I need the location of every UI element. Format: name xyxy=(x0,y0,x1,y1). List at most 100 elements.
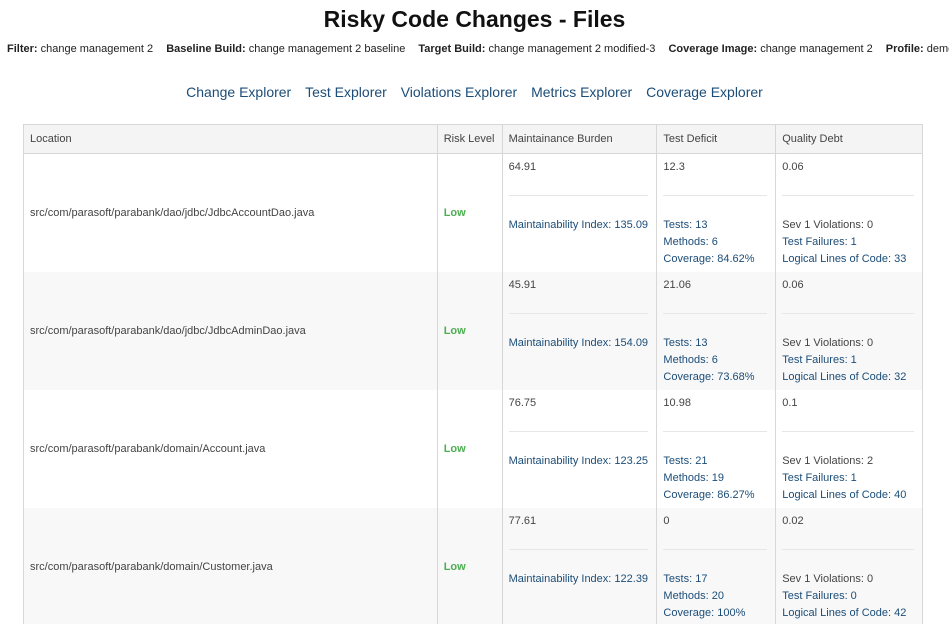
divider xyxy=(508,313,649,314)
test-deficit-cell: 10.98 Tests: 21 Methods: 19 Coverage: 86… xyxy=(656,390,777,508)
coverage-link[interactable]: Coverage: 73.68% xyxy=(663,369,754,386)
divider xyxy=(663,313,768,314)
divider xyxy=(782,431,914,432)
risk-level-cell: Low xyxy=(436,153,503,272)
header-test-deficit[interactable]: Test Deficit xyxy=(656,124,777,154)
coverage-link[interactable]: Coverage: 84.62% xyxy=(663,251,754,268)
table-header-row: Location Risk Level Maintainance Burden … xyxy=(23,124,923,154)
maintainance-burden-cell: 64.91 Maintainability Index: 135.09 xyxy=(501,153,658,272)
maintainance-burden-cell: 45.91 Maintainability Index: 154.09 xyxy=(501,272,658,390)
risk-level-cell: Low xyxy=(436,508,503,624)
quality-debt-cell: 0.02 Sev 1 Violations: 0 Test Failures: … xyxy=(775,508,923,624)
burden-value: 45.91 xyxy=(508,279,537,291)
header-maintainance-burden[interactable]: Maintainance Burden xyxy=(501,124,658,154)
target-build-item: Target Build: change management 2 modifi… xyxy=(418,43,655,55)
quality-debt-cell: 0.06 Sev 1 Violations: 0 Test Failures: … xyxy=(775,153,923,272)
table-row: src/com/parasoft/parabank/domain/Custome… xyxy=(23,508,923,624)
sev1-violations-text: Sev 1 Violations: 2 xyxy=(782,455,874,467)
header-quality-debt[interactable]: Quality Debt xyxy=(775,124,923,154)
test-failures-link[interactable]: Test Failures: 0 xyxy=(782,588,906,605)
logical-lines-link[interactable]: Logical Lines of Code: 32 xyxy=(782,369,906,386)
test-deficit-cell: 0 Tests: 17 Methods: 20 Coverage: 100% xyxy=(656,508,777,624)
coverage-link[interactable]: Coverage: 100% xyxy=(663,605,745,622)
methods-link[interactable]: Methods: 6 xyxy=(663,234,754,251)
debt-value: 0.1 xyxy=(782,397,798,409)
methods-link[interactable]: Methods: 19 xyxy=(663,470,754,487)
debt-value: 0.02 xyxy=(782,515,804,527)
profile-item: Profile: demo xyxy=(886,43,949,55)
logical-lines-link[interactable]: Logical Lines of Code: 42 xyxy=(782,605,906,622)
quality-debt-cell: 0.06 Sev 1 Violations: 0 Test Failures: … xyxy=(775,272,923,390)
test-failures-link[interactable]: Test Failures: 1 xyxy=(782,352,906,369)
target-build-value: change management 2 modified-3 xyxy=(488,43,656,55)
divider xyxy=(663,195,768,196)
location-cell[interactable]: src/com/parasoft/parabank/domain/Account… xyxy=(23,390,438,508)
profile-label: Profile: xyxy=(885,43,924,55)
violations-explorer-link[interactable]: Violations Explorer xyxy=(401,84,517,100)
divider xyxy=(782,313,914,314)
divider xyxy=(508,195,649,196)
risk-level-cell: Low xyxy=(436,390,503,508)
sev1-violations-text: Sev 1 Violations: 0 xyxy=(782,337,874,349)
location-cell[interactable]: src/com/parasoft/parabank/dao/jdbc/JdbcA… xyxy=(23,272,438,390)
sev1-violations-text: Sev 1 Violations: 0 xyxy=(782,219,874,231)
table-row: src/com/parasoft/parabank/dao/jdbc/JdbcA… xyxy=(23,153,923,272)
deficit-value: 12.3 xyxy=(663,161,685,173)
location-cell[interactable]: src/com/parasoft/parabank/domain/Custome… xyxy=(23,508,438,624)
maintainability-index-link[interactable]: Maintainability Index: 135.09 xyxy=(509,219,648,231)
divider xyxy=(782,195,914,196)
coverage-explorer-link[interactable]: Coverage Explorer xyxy=(646,84,763,100)
location-cell[interactable]: src/com/parasoft/parabank/dao/jdbc/JdbcA… xyxy=(23,153,438,272)
divider xyxy=(663,431,768,432)
debt-value: 0.06 xyxy=(782,161,804,173)
test-deficit-cell: 12.3 Tests: 13 Methods: 6 Coverage: 84.6… xyxy=(656,153,777,272)
header-location[interactable]: Location xyxy=(23,124,438,154)
logical-lines-link[interactable]: Logical Lines of Code: 33 xyxy=(782,251,906,268)
tests-link[interactable]: Tests: 13 xyxy=(663,217,754,234)
coverage-link[interactable]: Coverage: 86.27% xyxy=(663,487,754,504)
baseline-build-item: Baseline Build: change management 2 base… xyxy=(166,43,405,55)
maintainability-index-link[interactable]: Maintainability Index: 122.39 xyxy=(509,573,648,585)
maintainability-index-link[interactable]: Maintainability Index: 154.09 xyxy=(509,337,648,349)
change-explorer-link[interactable]: Change Explorer xyxy=(186,84,291,100)
quality-debt-cell: 0.1 Sev 1 Violations: 2 Test Failures: 1… xyxy=(775,390,923,508)
divider xyxy=(782,549,914,550)
test-deficit-cell: 21.06 Tests: 13 Methods: 6 Coverage: 73.… xyxy=(656,272,777,390)
logical-lines-link[interactable]: Logical Lines of Code: 40 xyxy=(782,487,906,504)
filter-item: Filter: change management 2 xyxy=(7,43,153,55)
deficit-value: 0 xyxy=(663,515,670,527)
filter-label: Filter: xyxy=(7,43,38,55)
test-failures-link[interactable]: Test Failures: 1 xyxy=(782,470,906,487)
header-risk-level[interactable]: Risk Level xyxy=(436,124,503,154)
deficit-value: 21.06 xyxy=(663,279,691,291)
test-failures-link[interactable]: Test Failures: 1 xyxy=(782,234,906,251)
tests-link[interactable]: Tests: 17 xyxy=(663,571,745,588)
filter-value: change management 2 xyxy=(40,43,154,55)
tests-link[interactable]: Tests: 21 xyxy=(663,453,754,470)
metrics-explorer-link[interactable]: Metrics Explorer xyxy=(531,84,632,100)
maintainability-index-link[interactable]: Maintainability Index: 123.25 xyxy=(509,455,648,467)
debt-value: 0.06 xyxy=(782,279,804,291)
table-row: src/com/parasoft/parabank/dao/jdbc/JdbcA… xyxy=(23,272,923,390)
test-explorer-link[interactable]: Test Explorer xyxy=(305,84,387,100)
sev1-violations-text: Sev 1 Violations: 0 xyxy=(782,573,874,585)
risky-files-table: Location Risk Level Maintainance Burden … xyxy=(23,124,923,624)
divider xyxy=(508,549,649,550)
tests-link[interactable]: Tests: 13 xyxy=(663,335,754,352)
table-row: src/com/parasoft/parabank/domain/Account… xyxy=(23,390,923,508)
coverage-image-item: Coverage Image: change management 2 xyxy=(668,43,872,55)
baseline-build-value: change management 2 baseline xyxy=(248,43,406,55)
divider xyxy=(508,431,649,432)
divider xyxy=(663,549,768,550)
risk-level-cell: Low xyxy=(436,272,503,390)
deficit-value: 10.98 xyxy=(663,397,691,409)
coverage-image-value: change management 2 xyxy=(760,43,873,55)
methods-link[interactable]: Methods: 20 xyxy=(663,588,745,605)
maintainance-burden-cell: 76.75 Maintainability Index: 123.25 xyxy=(501,390,658,508)
burden-value: 76.75 xyxy=(508,397,537,409)
burden-value: 77.61 xyxy=(508,515,537,527)
methods-link[interactable]: Methods: 6 xyxy=(663,352,754,369)
maintainance-burden-cell: 77.61 Maintainability Index: 122.39 xyxy=(501,508,658,624)
page-title: Risky Code Changes - Files xyxy=(323,6,626,32)
coverage-image-label: Coverage Image: xyxy=(668,43,758,55)
